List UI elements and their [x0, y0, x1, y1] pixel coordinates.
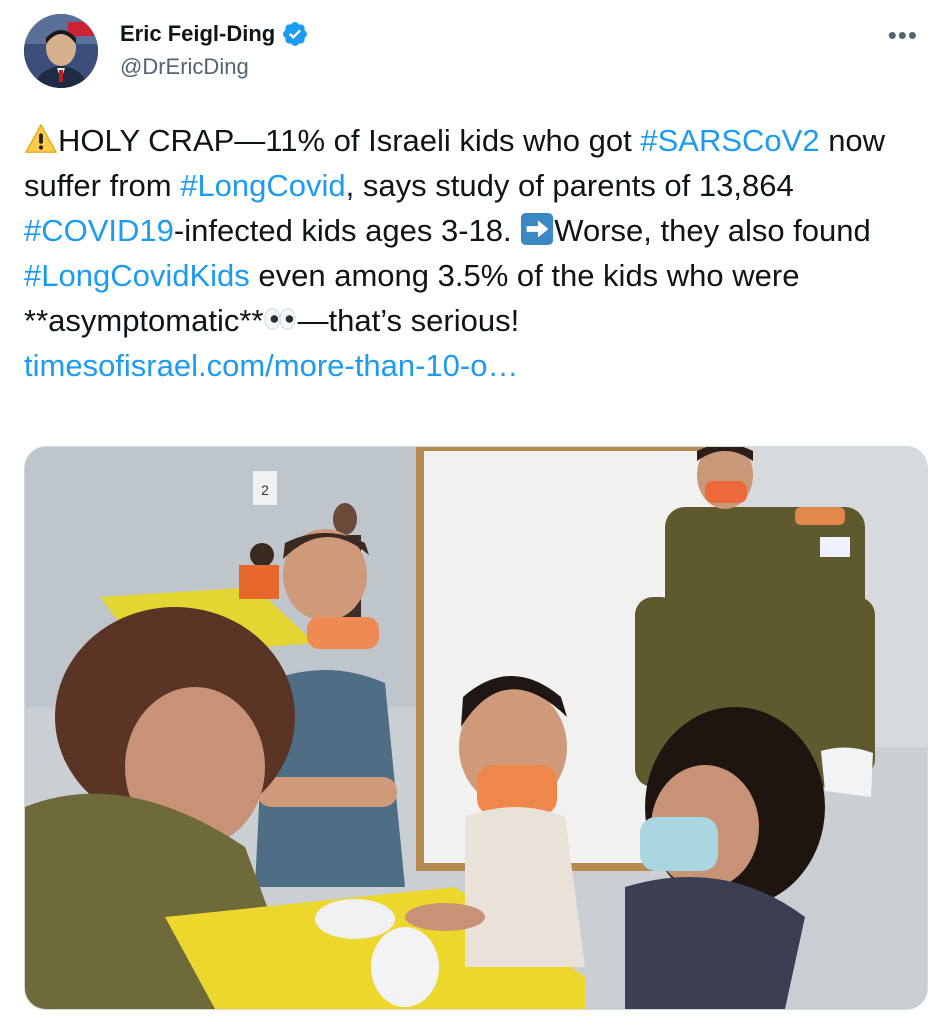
tweet-text-part5: Worse, they also found [554, 213, 871, 248]
author-handle[interactable]: @DrEricDing [120, 54, 309, 80]
eyes-emoji-icon [263, 302, 297, 336]
author-names: Eric Feigl-Ding @DrEricDing [120, 20, 309, 80]
author-display-name[interactable]: Eric Feigl-Ding [120, 21, 275, 47]
hashtag-sarscov2[interactable]: #SARSCoV2 [640, 123, 819, 158]
wall-number: 2 [261, 482, 269, 498]
tweet-media-photo[interactable]: 2 [24, 446, 928, 1010]
author-avatar[interactable] [24, 14, 98, 88]
tweet-text-part1: HOLY CRAP—11% of Israeli kids who got [58, 123, 641, 158]
hashtag-covid19[interactable]: #COVID19 [24, 213, 174, 248]
hashtag-longcovidkids[interactable]: #LongCovidKids [24, 258, 250, 293]
tweet-header: Eric Feigl-Ding @DrEricDing ••• [24, 14, 920, 94]
tweet-text-part7: —that’s serious! [297, 303, 520, 338]
tweet-text-part3: , says study of parents of 13,864 [345, 168, 794, 203]
verified-badge-icon [281, 20, 309, 48]
photo-illustration: 2 [25, 447, 927, 1009]
warning-emoji-icon [24, 122, 58, 156]
article-link[interactable]: timesofisrael.com/more-than-10-o… [24, 348, 518, 383]
right-arrow-emoji-icon [520, 212, 554, 246]
tweet-text-part4: -infected kids ages 3-18. [173, 213, 521, 248]
hashtag-longcovid[interactable]: #LongCovid [180, 168, 345, 203]
author-name-row[interactable]: Eric Feigl-Ding [120, 20, 309, 48]
more-options-icon[interactable]: ••• [888, 20, 918, 51]
tweet-text: HOLY CRAP—11% of Israeli kids who got #S… [24, 118, 920, 388]
